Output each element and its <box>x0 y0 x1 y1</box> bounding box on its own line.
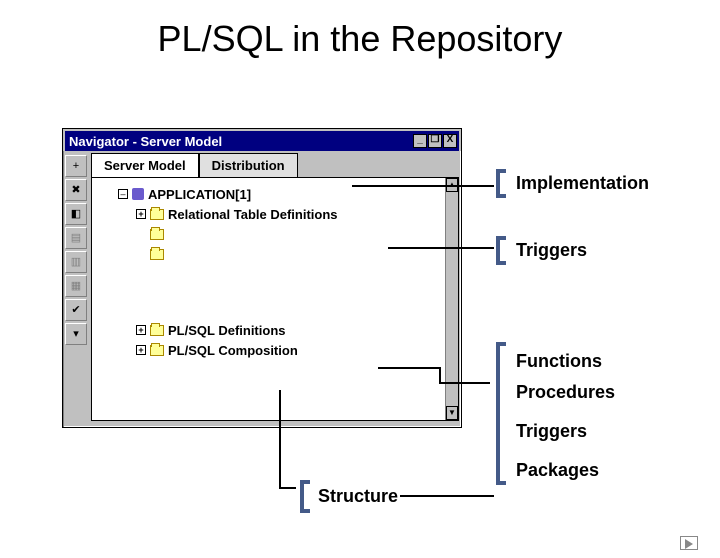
application-icon <box>132 188 144 200</box>
bracket-icon <box>300 480 310 513</box>
folder-icon <box>150 249 164 260</box>
text-structure: Structure <box>318 486 398 506</box>
toolbar-check-icon[interactable]: ✔ <box>65 299 87 321</box>
next-slide-icon[interactable] <box>680 536 698 550</box>
vertical-scrollbar[interactable]: ▲ ▼ <box>445 177 459 421</box>
tab-bar: Server Model Distribution <box>91 153 459 177</box>
tree-node-plsql-definitions[interactable]: + PL/SQL Definitions <box>100 320 452 340</box>
expand-plus-icon[interactable]: + <box>136 345 146 355</box>
right-labels-group: Implementation Triggers Functions Proced… <box>496 173 649 481</box>
tree-node-application[interactable]: – APPLICATION[1] <box>100 184 452 204</box>
tab-server-model[interactable]: Server Model <box>91 153 199 177</box>
toolbar-delete-icon[interactable]: ✖ <box>65 179 87 201</box>
scroll-down-icon[interactable]: ▼ <box>446 406 458 420</box>
label-triggers: Triggers <box>496 240 649 261</box>
text-packages: Packages <box>516 460 599 480</box>
label-functions: Functions <box>496 351 649 372</box>
tree-node-empty-2 <box>100 244 452 264</box>
tree-label-relational: Relational Table Definitions <box>168 207 338 222</box>
window-close-button[interactable]: X <box>443 134 457 148</box>
toolbar-create-icon[interactable]: + <box>65 155 87 177</box>
expand-minus-icon[interactable]: – <box>118 189 128 199</box>
label-structure: Structure <box>300 486 398 507</box>
tree-pane: – APPLICATION[1] + Relational Table Defi… <box>91 177 459 421</box>
window-restore-button[interactable]: ❐ <box>428 134 442 148</box>
tool-sidebar: + ✖ ◧ ▤ ▥ ▦ ✔ ▾ <box>65 153 91 423</box>
label-implementation: Implementation <box>496 173 649 194</box>
tree-node-empty-1 <box>100 224 452 244</box>
expand-plus-icon[interactable]: + <box>136 325 146 335</box>
folder-icon <box>150 209 164 220</box>
window-min-button[interactable]: _ <box>413 134 427 148</box>
toolbar-icon-6[interactable]: ▦ <box>65 275 87 297</box>
bracket-icon <box>496 169 506 198</box>
window-titlebar[interactable]: Navigator - Server Model _ ❐ X <box>63 129 461 151</box>
slide-title: PL/SQL in the Repository <box>0 18 720 60</box>
label-triggers2: Triggers <box>496 421 649 442</box>
tab-distribution[interactable]: Distribution <box>199 153 298 177</box>
window-title: Navigator - Server Model <box>69 134 413 149</box>
toolbar-icon-3[interactable]: ◧ <box>65 203 87 225</box>
text-procedures: Procedures <box>516 382 615 402</box>
text-implementation: Implementation <box>516 173 649 193</box>
tree-node-plsql-composition[interactable]: + PL/SQL Composition <box>100 340 452 360</box>
toolbar-down-icon[interactable]: ▾ <box>65 323 87 345</box>
label-procedures: Procedures <box>496 382 649 403</box>
toolbar-icon-4[interactable]: ▤ <box>65 227 87 249</box>
tree-node-relational-tables[interactable]: + Relational Table Definitions <box>100 204 452 224</box>
folder-icon <box>150 345 164 356</box>
folder-icon <box>150 229 164 240</box>
scroll-up-icon[interactable]: ▲ <box>446 178 458 192</box>
tree-label-plsqlcomp: PL/SQL Composition <box>168 343 298 358</box>
bracket-icon <box>496 342 506 485</box>
toolbar-icon-5[interactable]: ▥ <box>65 251 87 273</box>
label-packages: Packages <box>496 460 649 481</box>
tree-label-plsqldef: PL/SQL Definitions <box>168 323 286 338</box>
bracket-icon <box>496 236 506 265</box>
text-triggers2: Triggers <box>516 421 587 441</box>
tree-label-application: APPLICATION[1] <box>148 187 251 202</box>
expand-plus-icon[interactable]: + <box>136 209 146 219</box>
navigator-window: Navigator - Server Model _ ❐ X + ✖ ◧ ▤ ▥… <box>62 128 462 428</box>
folder-icon <box>150 325 164 336</box>
text-triggers: Triggers <box>516 240 587 260</box>
text-functions: Functions <box>516 351 602 371</box>
